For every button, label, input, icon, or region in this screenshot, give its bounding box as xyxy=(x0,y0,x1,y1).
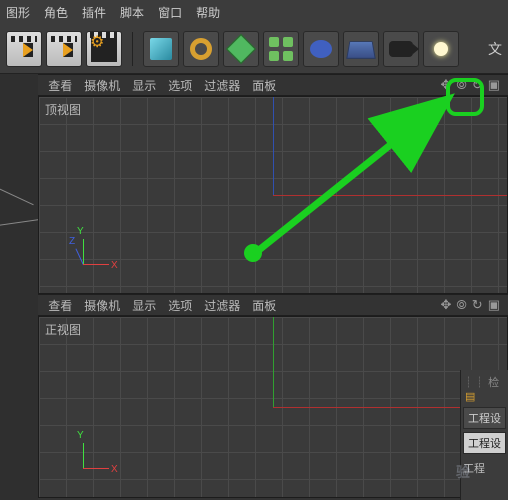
deformer-button[interactable] xyxy=(303,31,339,67)
panel-header: ┊┊ 检 xyxy=(463,374,506,386)
rotate-icon[interactable]: ↻ xyxy=(472,77,483,93)
main-menu: 图形 角色 插件 脚本 窗口 帮助 xyxy=(0,0,508,24)
zoom-icon[interactable]: ⦾ xyxy=(456,297,466,313)
view-menu-item[interactable]: 选项 xyxy=(168,77,192,94)
doc-label: 文 xyxy=(488,39,502,59)
toolbar-divider xyxy=(132,32,133,66)
view-menu-item[interactable]: 过滤器 xyxy=(204,77,240,94)
view-menu-item[interactable]: 过滤器 xyxy=(204,297,240,314)
world-axis-z xyxy=(273,97,274,195)
menu-item[interactable]: 插件 xyxy=(82,4,106,21)
layer-icon[interactable]: ▤ xyxy=(465,390,475,403)
world-axis-y xyxy=(273,317,274,407)
nurbs-icon xyxy=(224,32,258,66)
panel-tab-active[interactable]: 工程设 xyxy=(463,432,506,454)
axis-gizmo: Y X xyxy=(69,439,109,479)
array-button[interactable] xyxy=(263,31,299,67)
view-menu-item[interactable]: 选项 xyxy=(168,297,192,314)
view-menu-item[interactable]: 显示 xyxy=(132,77,156,94)
menu-item[interactable]: 图形 xyxy=(6,4,30,21)
axis-gizmo: Y X Z xyxy=(69,235,109,275)
perspective-preview xyxy=(0,184,40,234)
left-toolstrip xyxy=(0,74,38,500)
render-to-picture-viewer-button[interactable] xyxy=(6,31,42,67)
viewport-title: 顶视图 xyxy=(45,101,81,118)
floor-button[interactable] xyxy=(343,31,379,67)
camera-button[interactable] xyxy=(383,31,419,67)
main-toolbar: 文 xyxy=(0,24,508,74)
watermark: 验 xyxy=(456,462,470,482)
spline-button[interactable] xyxy=(183,31,219,67)
viewport-front-toolbar: ✥ ▣ 查看 摄像机 显示 选项 过滤器 面板 ✥ ⦾ ↻ ▣ xyxy=(0,294,508,316)
view-menu-item[interactable]: 显示 xyxy=(132,297,156,314)
viewport-title: 正视图 xyxy=(45,321,81,338)
pan-icon[interactable]: ✥ xyxy=(440,77,451,93)
rotate-icon[interactable]: ↻ xyxy=(472,297,483,313)
bulb-icon xyxy=(434,42,448,56)
viewport-top-toolbar: ✥ ▣ 查看 摄像机 显示 选项 过滤器 面板 ✥ ⦾ ↻ ▣ xyxy=(0,74,508,96)
nurbs-button[interactable] xyxy=(223,31,259,67)
menu-item[interactable]: 帮助 xyxy=(196,4,220,21)
view-menu-item[interactable]: 摄像机 xyxy=(84,77,120,94)
viewport-front[interactable]: 正视图 Y X xyxy=(38,316,508,498)
menu-item[interactable]: 脚本 xyxy=(120,4,144,21)
light-button[interactable] xyxy=(423,31,459,67)
view-menu-item[interactable]: 查看 xyxy=(48,297,72,314)
world-axis-x xyxy=(273,195,507,196)
menu-item[interactable]: 角色 xyxy=(44,4,68,21)
pan-icon[interactable]: ✥ xyxy=(440,297,451,313)
zoom-icon[interactable]: ⦾ xyxy=(456,77,466,93)
maximize-view-icon[interactable]: ▣ xyxy=(488,297,500,313)
annotation-start-dot xyxy=(244,244,262,262)
menu-item[interactable]: 窗口 xyxy=(158,4,182,21)
camera-icon xyxy=(389,41,413,57)
panel-tab[interactable]: 工程设 xyxy=(463,407,506,429)
primitive-cube-button[interactable] xyxy=(143,31,179,67)
viewport-top[interactable]: 顶视图 Y X Z xyxy=(38,96,508,294)
view-menu-item[interactable]: 面板 xyxy=(252,297,276,314)
render-active-view-button[interactable] xyxy=(46,31,82,67)
render-settings-button[interactable] xyxy=(86,31,122,67)
view-menu-item[interactable]: 面板 xyxy=(252,77,276,94)
view-menu-item[interactable]: 摄像机 xyxy=(84,297,120,314)
maximize-view-icon[interactable]: ▣ xyxy=(488,77,500,93)
view-menu-item[interactable]: 查看 xyxy=(48,77,72,94)
